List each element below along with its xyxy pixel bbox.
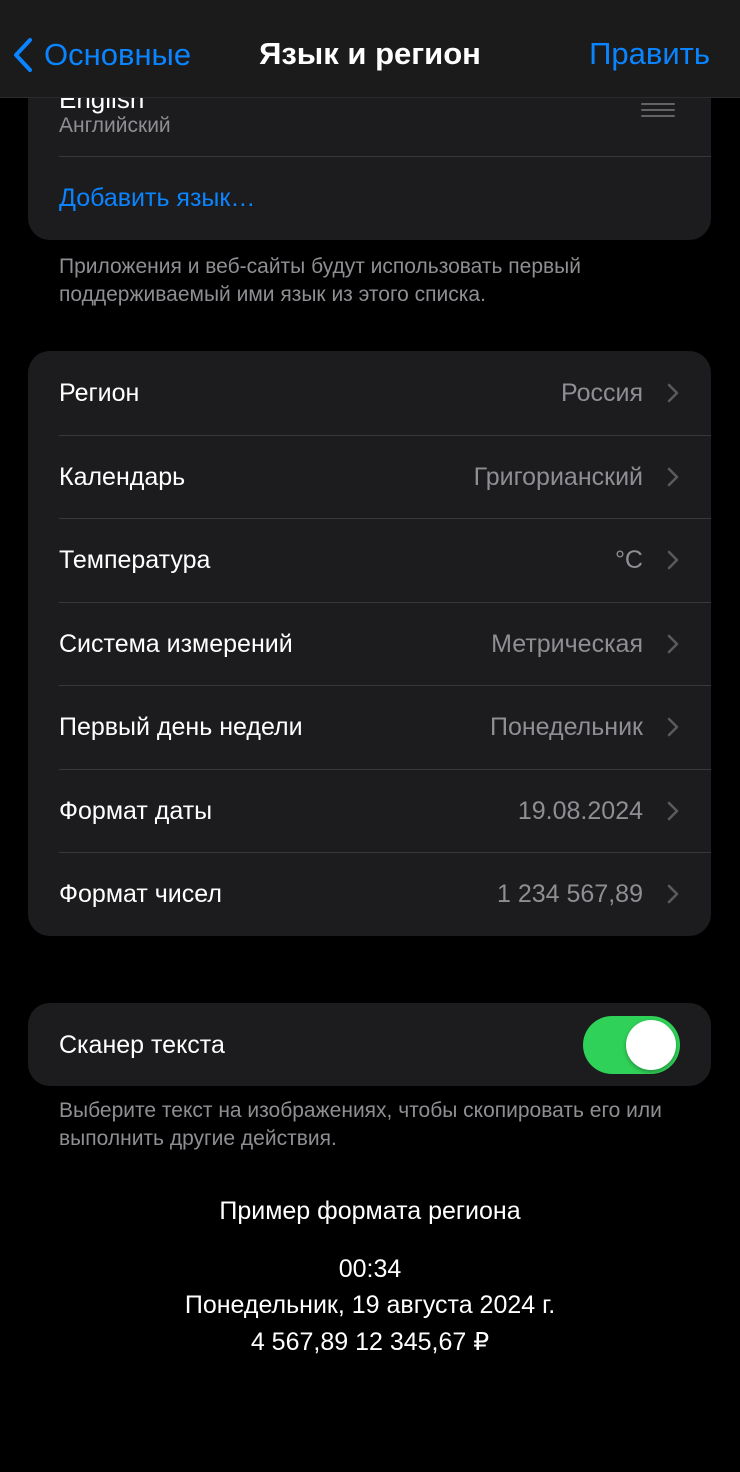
row-label: Календарь (59, 462, 186, 491)
row-value: Метрическая (491, 629, 643, 658)
row-label: Первый день недели (59, 713, 303, 741)
region-example-time: 00:34 (338, 1255, 402, 1283)
row-label: Регион (59, 379, 140, 407)
row-label: Температура (59, 546, 211, 574)
chevron-right-icon (667, 467, 679, 486)
settings-row-measurement-system[interactable]: Система измерений Метрическая (28, 601, 711, 686)
chevron-right-icon (667, 550, 679, 570)
row-value: °C (614, 546, 643, 574)
row-value: Россия (561, 379, 643, 407)
language-region-screen: English Английский Добавить язык… Прилож… (0, 0, 740, 1472)
settings-row-first-weekday[interactable]: Первый день недели Понедельник (28, 685, 711, 769)
chevron-right-icon (667, 383, 679, 403)
settings-row-number-format[interactable]: Формат чисел 1 234 567,89 (28, 852, 711, 936)
chevron-right-icon (667, 634, 679, 653)
region-example-numbers: 4 567,89 12 345,67 ₽ (250, 1328, 490, 1356)
reorder-handle-icon[interactable] (641, 103, 675, 117)
chevron-right-icon (667, 717, 679, 737)
row-label: Система измерений (59, 629, 293, 658)
settings-row-region[interactable]: Регион Россия (28, 351, 711, 435)
row-label: Формат даты (59, 796, 213, 825)
toggle-knob (626, 1020, 676, 1070)
region-settings-group: Регион Россия Календарь Григорианский Те… (28, 351, 711, 936)
text-scanner-toggle[interactable] (583, 1016, 680, 1074)
text-scanner-footer: Выберите текст на изображениях, чтобы ск… (59, 1099, 662, 1150)
add-language-button[interactable]: Добавить язык… (59, 184, 255, 213)
row-value: 1 234 567,89 (497, 880, 643, 908)
region-example-date: Понедельник, 19 августа 2024 г. (184, 1291, 556, 1319)
language-list-footer: Приложения и веб-сайты будут использоват… (59, 255, 582, 306)
row-value: 19.08.2024 (517, 796, 643, 825)
navigation-bar: Основные Язык и регион Править (0, 0, 740, 98)
settings-row-calendar[interactable]: Календарь Григорианский (28, 434, 711, 519)
row-label: Формат чисел (59, 880, 222, 908)
settings-row-temperature[interactable]: Температура °C (28, 518, 711, 602)
text-scanner-card: Сканер текста (28, 1003, 711, 1086)
row-value: Понедельник (489, 713, 643, 741)
divider (59, 156, 711, 157)
text-scanner-label: Сканер текста (59, 1031, 225, 1059)
chevron-right-icon (667, 884, 679, 904)
chevron-right-icon (667, 801, 679, 820)
row-value: Григорианский (473, 462, 643, 491)
edit-button[interactable]: Править (589, 36, 710, 72)
settings-row-date-format[interactable]: Формат даты 19.08.2024 (28, 768, 711, 853)
language-native-name: Английский (59, 114, 171, 137)
region-example-title: Пример формата региона (219, 1197, 521, 1225)
